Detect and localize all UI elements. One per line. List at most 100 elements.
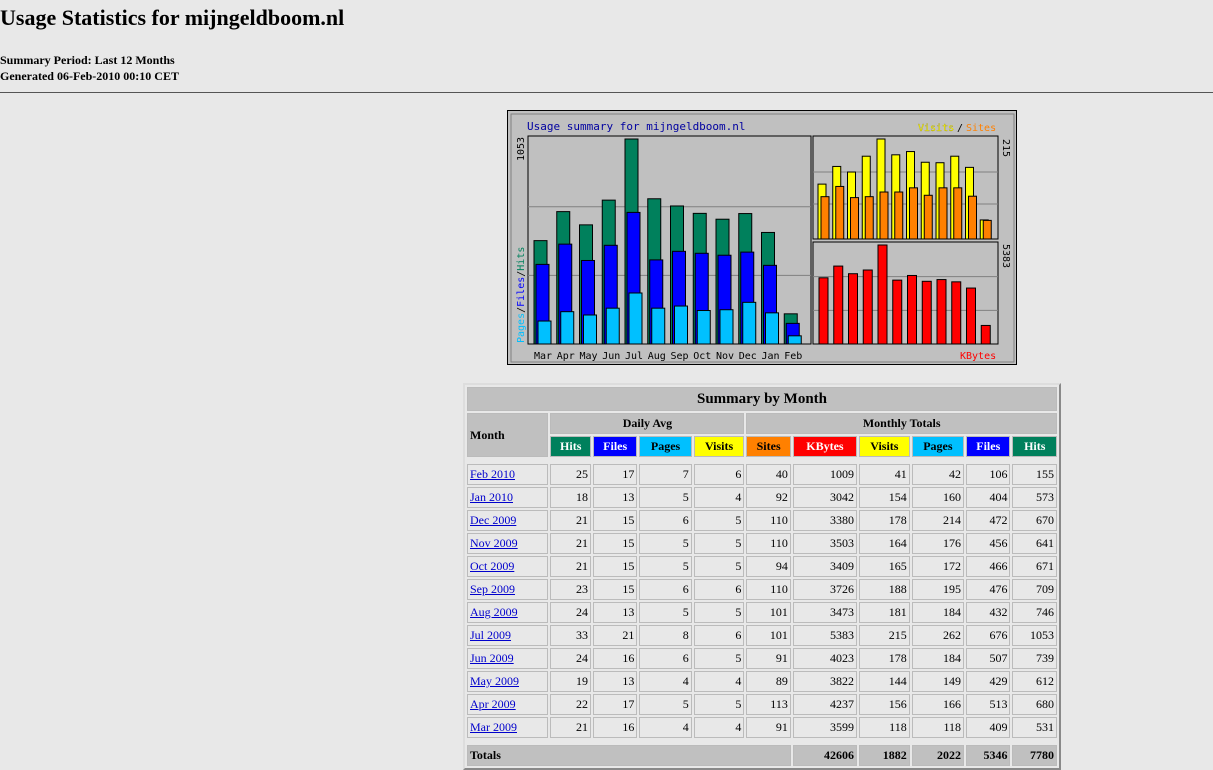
value-cell: 23 bbox=[550, 579, 591, 600]
bar-sites bbox=[864, 196, 874, 240]
bar-pages bbox=[651, 307, 666, 345]
bar-sites bbox=[835, 185, 845, 240]
value-cell: 4 bbox=[693, 671, 745, 692]
value-cell: 5 bbox=[639, 602, 692, 623]
total-cell: 5346 bbox=[966, 745, 1011, 766]
table-row: Jun 2009 24 16 6 5 91 4023 178 184 507 739 bbox=[467, 648, 1057, 669]
x-tick-label: Sep bbox=[670, 351, 688, 362]
value-cell: 680 bbox=[1012, 694, 1057, 715]
table-row: Apr 2009 22 17 5 5 113 4237 156 166 513 680 bbox=[467, 694, 1057, 715]
value-cell: 156 bbox=[859, 694, 910, 715]
value-cell: 746 bbox=[1012, 602, 1057, 623]
bar-sites bbox=[953, 187, 963, 240]
bar-pages bbox=[537, 320, 552, 345]
month-link[interactable]: Feb 2010 bbox=[470, 467, 515, 481]
month-link[interactable]: Nov 2009 bbox=[470, 536, 518, 550]
value-cell: 42 bbox=[911, 464, 965, 485]
bar-kbytes bbox=[848, 273, 858, 345]
value-cell: 154 bbox=[859, 487, 910, 508]
column-headers: Hits Files Pages Visits Sites KBytes Visits Pag… bbox=[467, 436, 1057, 457]
value-cell: 94 bbox=[746, 556, 791, 577]
month-link[interactable]: Mar 2009 bbox=[470, 720, 517, 734]
value-cell: 1053 bbox=[1012, 625, 1057, 646]
legend-sites: Sites bbox=[966, 123, 996, 134]
value-cell: 160 bbox=[911, 487, 965, 508]
value-cell: 178 bbox=[859, 510, 910, 531]
col-header-sites: Sites bbox=[746, 436, 791, 457]
value-cell: 215 bbox=[859, 625, 910, 646]
total-cell: 1882 bbox=[859, 745, 910, 766]
col-header-files: Files bbox=[966, 436, 1011, 457]
total-cell: 7780 bbox=[1012, 745, 1057, 766]
value-cell: 709 bbox=[1012, 579, 1057, 600]
bar-sites bbox=[982, 219, 992, 240]
bar-pages bbox=[742, 301, 757, 345]
value-cell: 5 bbox=[693, 533, 745, 554]
col-header-pages: Pages bbox=[639, 436, 692, 457]
month-link[interactable]: Aug 2009 bbox=[470, 605, 518, 619]
col-header-hits: Hits bbox=[550, 436, 591, 457]
value-cell: 15 bbox=[592, 579, 638, 600]
month-cell: Sep 2009 bbox=[467, 579, 549, 600]
chart-canvas: Usage summary for mijngeldboom.nl Visits /… bbox=[510, 113, 1015, 363]
bar-kbytes bbox=[892, 279, 903, 345]
table-row: May 2009 19 13 4 4 89 3822 144 149 429 612 bbox=[467, 671, 1057, 692]
table-row: Sep 2009 23 15 6 6 110 3726 188 195 476 709 bbox=[467, 579, 1057, 600]
month-link[interactable]: Sep 2009 bbox=[470, 582, 515, 596]
value-cell: 476 bbox=[966, 579, 1011, 600]
divider bbox=[0, 92, 1213, 93]
value-cell: 262 bbox=[911, 625, 965, 646]
month-cell: Oct 2009 bbox=[467, 556, 549, 577]
month-cell: Apr 2009 bbox=[467, 694, 549, 715]
value-cell: 4 bbox=[693, 487, 745, 508]
value-cell: 101 bbox=[746, 625, 791, 646]
value-cell: 5 bbox=[639, 487, 692, 508]
value-cell: 18 bbox=[550, 487, 591, 508]
value-cell: 178 bbox=[859, 648, 910, 669]
table-caption: Summary by Month bbox=[467, 387, 1057, 411]
value-cell: 40 bbox=[746, 464, 791, 485]
bar-sites bbox=[909, 187, 918, 240]
value-cell: 22 bbox=[550, 694, 591, 715]
total-cell: 2022 bbox=[911, 745, 965, 766]
month-link[interactable]: May 2009 bbox=[470, 674, 519, 688]
value-cell: 573 bbox=[1012, 487, 1057, 508]
value-cell: 641 bbox=[1012, 533, 1057, 554]
value-cell: 671 bbox=[1012, 556, 1057, 577]
table-row: Aug 2009 24 13 5 5 101 3473 181 184 432 746 bbox=[467, 602, 1057, 623]
month-link[interactable]: Dec 2009 bbox=[470, 513, 516, 527]
value-cell: 13 bbox=[592, 671, 638, 692]
value-cell: 214 bbox=[911, 510, 965, 531]
value-cell: 184 bbox=[911, 648, 965, 669]
month-link[interactable]: Oct 2009 bbox=[470, 559, 514, 573]
month-link[interactable]: Jun 2009 bbox=[470, 651, 514, 665]
value-cell: 409 bbox=[966, 717, 1011, 738]
value-cell: 165 bbox=[859, 556, 910, 577]
x-tick-label: Aug bbox=[648, 351, 666, 362]
value-cell: 3042 bbox=[792, 487, 858, 508]
value-cell: 1009 bbox=[792, 464, 858, 485]
value-cell: 16 bbox=[592, 648, 638, 669]
bar-kbytes bbox=[907, 274, 917, 345]
value-cell: 5 bbox=[639, 533, 692, 554]
month-link[interactable]: Jul 2009 bbox=[470, 628, 511, 642]
value-cell: 5 bbox=[693, 556, 745, 577]
value-cell: 5 bbox=[639, 694, 692, 715]
month-link[interactable]: Apr 2009 bbox=[470, 697, 516, 711]
x-tick-label: Jul bbox=[625, 351, 643, 362]
bar-pages bbox=[719, 309, 734, 345]
bar-sites bbox=[894, 191, 904, 240]
bar-kbytes bbox=[833, 265, 844, 345]
month-cell: May 2009 bbox=[467, 671, 549, 692]
value-cell: 21 bbox=[592, 625, 638, 646]
month-link[interactable]: Jan 2010 bbox=[470, 490, 513, 504]
x-tick-label: Mar bbox=[534, 351, 552, 362]
value-cell: 5 bbox=[693, 510, 745, 531]
value-cell: 6 bbox=[693, 625, 745, 646]
bar-pages bbox=[787, 335, 802, 345]
x-tick-label: Nov bbox=[716, 351, 734, 362]
value-cell: 106 bbox=[966, 464, 1011, 485]
value-cell: 4023 bbox=[792, 648, 858, 669]
value-cell: 184 bbox=[911, 602, 965, 623]
value-cell: 4 bbox=[639, 671, 692, 692]
